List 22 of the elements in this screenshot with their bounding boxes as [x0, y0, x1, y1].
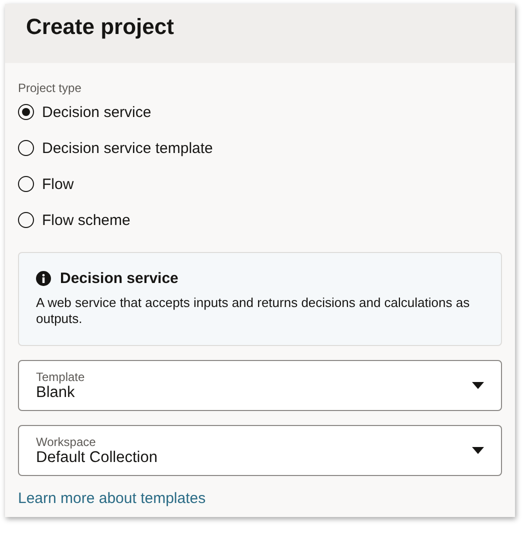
dropdown-field[interactable]: Template Blank [18, 360, 502, 411]
dialog-title: Create project [26, 14, 174, 40]
radio-button[interactable] [18, 104, 34, 120]
field-value: Blank [36, 384, 76, 402]
field-value: Default Collection [36, 448, 158, 466]
radio-label[interactable]: Decision service template [42, 140, 213, 156]
dropdown-field[interactable]: Workspace Default Collection [18, 425, 502, 476]
templates-link[interactable]: Learn more about templates [18, 490, 206, 507]
radio-button[interactable] [18, 212, 34, 228]
radio-label[interactable]: Flow [42, 176, 74, 192]
info-icon [36, 271, 51, 286]
field-label: Workspace [36, 434, 97, 448]
radio-button[interactable] [18, 140, 34, 156]
radio-button[interactable] [18, 176, 34, 192]
caret-icon [472, 447, 484, 454]
group-label: Project type [18, 81, 82, 95]
field-label: Template [36, 370, 86, 384]
info-title: Decision service [60, 270, 178, 287]
info-text: A web service that accepts inputs and returns decisions and calculations as outputs. [36, 295, 471, 327]
caret-icon [472, 382, 484, 389]
radio-label[interactable]: Decision service [42, 104, 152, 120]
radio-label[interactable]: Flow scheme [42, 212, 130, 228]
